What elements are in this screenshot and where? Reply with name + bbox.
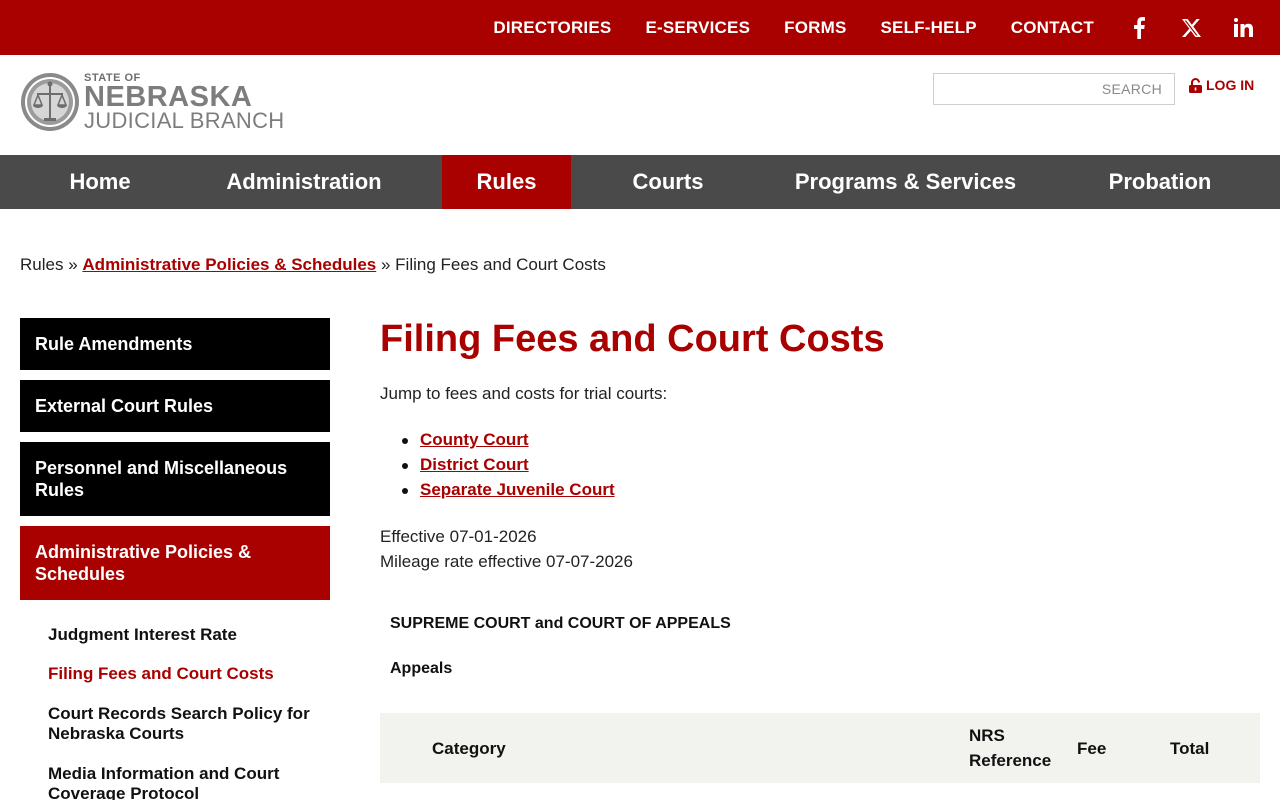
utility-nav: DIRECTORIES E-SERVICES FORMS SELF-HELP C… xyxy=(493,0,1280,55)
contact-link[interactable]: CONTACT xyxy=(1011,18,1094,38)
login-label: LOG IN xyxy=(1206,77,1255,93)
logo-wordmark: STATE OF NEBRASKA JUDICIAL BRANCH xyxy=(84,72,285,133)
e-services-link[interactable]: E-SERVICES xyxy=(645,18,750,38)
social-links xyxy=(1128,16,1254,39)
column-header-category: Category xyxy=(432,739,506,758)
nav-administration[interactable]: Administration xyxy=(196,155,412,209)
nav-probation[interactable]: Probation xyxy=(1078,155,1242,209)
column-header-total: Total xyxy=(1170,739,1210,758)
directories-link[interactable]: DIRECTORIES xyxy=(493,18,611,38)
sidebar-item-personnel-misc-rules[interactable]: Personnel and Miscellaneous Rules xyxy=(20,442,330,516)
column-header-nrs-line2: Reference xyxy=(969,751,1052,770)
sidebar-item-administrative-policies[interactable]: Administrative Policies & Schedules xyxy=(20,526,330,600)
column-header-nrs-line1: NRS xyxy=(969,726,1005,745)
list-item: District Court xyxy=(402,455,615,480)
sidebar-item-external-court-rules[interactable]: External Court Rules xyxy=(20,380,330,432)
nav-rules[interactable]: Rules xyxy=(442,155,571,209)
breadcrumb-current: Filing Fees and Court Costs xyxy=(395,255,606,274)
sidebar-subitem-media-information[interactable]: Media Information and Court Coverage Pro… xyxy=(48,764,318,800)
forms-link[interactable]: FORMS xyxy=(784,18,846,38)
utility-bar: DIRECTORIES E-SERVICES FORMS SELF-HELP C… xyxy=(0,0,1280,55)
breadcrumb-root: Rules xyxy=(20,255,64,274)
x-icon[interactable] xyxy=(1180,17,1202,39)
nav-courts[interactable]: Courts xyxy=(603,155,733,209)
sidebar-subitem-filing-fees[interactable]: Filing Fees and Court Costs xyxy=(48,664,318,684)
sidebar-subitem-court-records-search-policy[interactable]: Court Records Search Policy for Nebraska… xyxy=(48,704,318,744)
effective-dates: Effective 07-01-2026 Mileage rate effect… xyxy=(380,524,633,574)
county-court-link[interactable]: County Court xyxy=(420,430,529,449)
column-header-nrs-reference: NRS Reference xyxy=(969,723,1051,773)
list-item: County Court xyxy=(402,430,615,455)
search-box xyxy=(933,73,1175,105)
login-link[interactable]: LOG IN xyxy=(1189,77,1254,93)
search-input[interactable] xyxy=(934,74,1174,104)
logo-judicial-branch: JUDICIAL BRANCH xyxy=(84,107,285,133)
intro-text: Jump to fees and costs for trial courts: xyxy=(380,384,668,403)
linkedin-icon[interactable] xyxy=(1232,17,1254,39)
column-header-fee: Fee xyxy=(1077,739,1107,758)
breadcrumb: Rules » Administrative Policies & Schedu… xyxy=(20,255,606,275)
seal-icon xyxy=(21,73,79,131)
lock-icon xyxy=(1189,77,1202,93)
district-court-link[interactable]: District Court xyxy=(420,455,529,474)
sidebar-subitem-judgment-interest-rate[interactable]: Judgment Interest Rate xyxy=(48,625,318,645)
separate-juvenile-court-link[interactable]: Separate Juvenile Court xyxy=(420,480,615,499)
jump-links-list: County Court District Court Separate Juv… xyxy=(402,430,615,505)
site-header: STATE OF NEBRASKA JUDICIAL BRANCH LOG IN xyxy=(0,55,1280,155)
breadcrumb-separator: » xyxy=(380,255,391,274)
page-title: Filing Fees and Court Costs xyxy=(380,318,885,360)
section-heading: SUPREME COURT and COURT OF APPEALS xyxy=(390,615,731,632)
sidebar-item-rule-amendments[interactable]: Rule Amendments xyxy=(20,318,330,370)
list-item: Separate Juvenile Court xyxy=(402,480,615,505)
self-help-link[interactable]: SELF-HELP xyxy=(881,18,977,38)
site-logo[interactable]: STATE OF NEBRASKA JUDICIAL BRANCH xyxy=(20,72,285,132)
mileage-date: Mileage rate effective 07-07-2026 xyxy=(380,552,633,571)
nav-home[interactable]: Home xyxy=(36,155,164,209)
facebook-icon[interactable] xyxy=(1128,16,1150,39)
fees-table-header: Category NRS Reference Fee Total xyxy=(380,713,1260,783)
breadcrumb-separator: » xyxy=(68,255,78,274)
nav-programs-services[interactable]: Programs & Services xyxy=(770,155,1041,209)
main-nav: Home Administration Rules Courts Program… xyxy=(0,155,1280,209)
effective-date: Effective 07-01-2026 xyxy=(380,527,537,546)
subsection-heading: Appeals xyxy=(390,660,453,677)
breadcrumb-link[interactable]: Administrative Policies & Schedules xyxy=(82,255,376,274)
